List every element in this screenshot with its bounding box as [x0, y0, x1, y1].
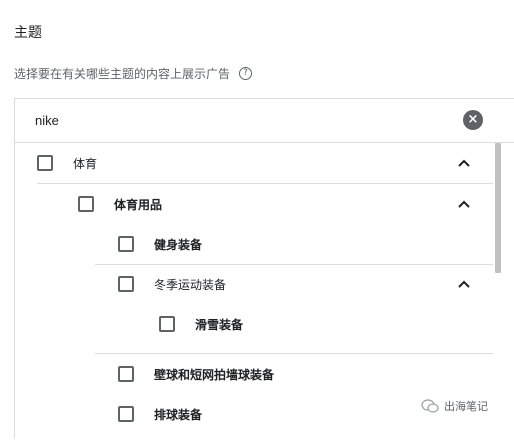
tree-item-label: 排球装备 [154, 407, 203, 422]
checkbox[interactable] [37, 155, 53, 171]
tree-item-fitness-equipment: 健身装备 [118, 224, 202, 264]
chevron-up-icon[interactable] [457, 277, 471, 291]
page-subtitle: 选择要在有关哪些主题的内容上展示广告 ? [14, 65, 253, 82]
tree-item-volleyball-equipment: 排球装备 [118, 394, 202, 434]
checkbox[interactable] [118, 276, 134, 292]
wechat-icon [421, 399, 439, 413]
tree-item-sporting-goods: 体育用品 [78, 184, 162, 224]
search-input[interactable] [35, 110, 455, 130]
tree-item-winter-sports-equipment: 冬季运动装备 [118, 264, 226, 304]
tree-item-sports: 体育 [37, 143, 97, 183]
help-icon[interactable]: ? [239, 67, 253, 80]
checkbox[interactable] [78, 196, 94, 212]
page-title: 主题 [14, 25, 42, 41]
subtitle-text: 选择要在有关哪些主题的内容上展示广告 [14, 67, 231, 81]
tree-item-label: 体育 [73, 156, 98, 171]
checkbox[interactable] [118, 366, 134, 382]
checkbox[interactable] [159, 316, 175, 332]
watermark-text: 出海笔记 [444, 400, 488, 413]
topic-picker-panel: × 体育 体育用品 健身装备 冬季运动装备 [14, 98, 514, 438]
search-row: × [15, 99, 514, 143]
watermark: 出海笔记 [421, 398, 488, 414]
scrollbar-thumb[interactable] [495, 143, 501, 273]
scrollbar[interactable] [494, 143, 502, 443]
tree-item-label: 冬季运动装备 [154, 277, 227, 292]
chevron-up-icon[interactable] [457, 156, 471, 170]
checkbox[interactable] [118, 236, 134, 252]
tree-item-squash-racquetball-equipment: 壁球和短网拍墙球装备 [118, 354, 274, 394]
checkbox[interactable] [118, 406, 134, 422]
tree-item-ski-equipment: 滑雪装备 [159, 304, 243, 344]
tree-item-label: 壁球和短网拍墙球装备 [154, 367, 275, 382]
tree-item-label: 健身装备 [154, 237, 203, 252]
tree-item-label: 体育用品 [114, 197, 163, 212]
chevron-up-icon[interactable] [457, 197, 471, 211]
clear-search-icon[interactable]: × [463, 110, 483, 130]
tree-item-label: 滑雪装备 [195, 317, 244, 332]
